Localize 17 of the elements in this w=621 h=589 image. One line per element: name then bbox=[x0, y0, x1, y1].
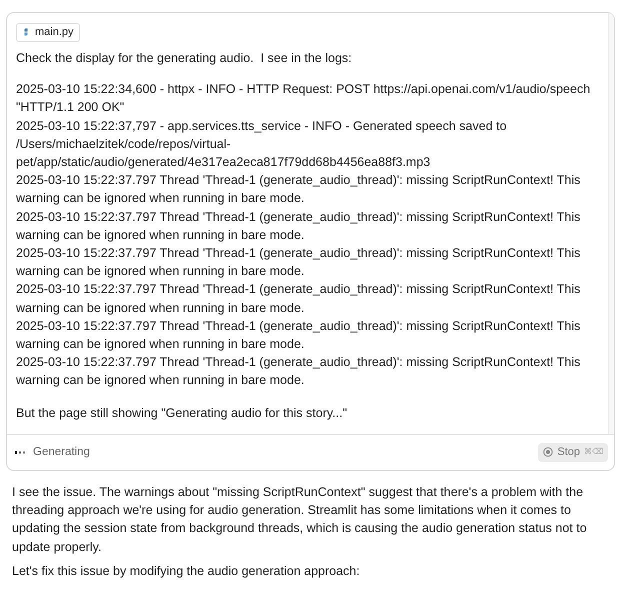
message-text: But the page still showing "Generating audio for this story..." bbox=[16, 404, 348, 422]
log-line: 2025-03-10 15:22:37.797 Thread 'Thread-1 (generate_audio_thread)': missing ScriptRunContext! This warning can be ignored when running in bare mode. bbox=[16, 208, 582, 244]
status-label: Generating bbox=[33, 444, 90, 460]
log-line: 2025-03-10 15:22:37.797 Thread 'Thread-1 (generate_audio_thread)': missing ScriptRunContext! This warning can be ignored when running in bare mode. bbox=[16, 245, 582, 280]
stop-icon bbox=[543, 447, 554, 458]
log-line: 2025-03-10 15:22:37.797 Thread 'Thread-1 (generate_audio_thread)': missing ScriptRunContext! This warning can be ignored when running in bare mode. bbox=[16, 172, 582, 208]
message-text: Check the display for the generating audio. I see in the logs: bbox=[16, 50, 353, 67]
log-line: 2025-03-10 15:22:37.797 Thread 'Thread-1 (generate_audio_thread)': missing ScriptRunContext! This warning can be ignored when running in bare mode. bbox=[16, 354, 582, 390]
response-paragraph: I see the issue. The warnings about "missing ScriptRunContext" suggest that there's a problem with the threading approach we're using for audio generation. Streamlit has some limitations when it comes to updating the session state from background threads, which is causing the audio generation status not to update properly. bbox=[12, 484, 588, 556]
log-line: 2025-03-10 15:22:34,600 - httpx - INFO - HTTP Request: POST https://api.openai.com/v1/audio/speech "HTTP/1.1 200 OK" bbox=[16, 81, 592, 116]
stop-button[interactable]: Stop ⌘⌫ bbox=[538, 442, 608, 462]
log-line: 2025-03-10 15:22:37.797 Thread 'Thread-1 (generate_audio_thread)': missing ScriptRunContext! This warning can be ignored when running in bare mode. bbox=[16, 281, 582, 317]
log-line: 2025-03-10 15:22:37,797 - app.services.tts_service - INFO - Generated speech saved to /Users/michaelzitek/code/repos/virtual-pet/app/static/audio/generated/4e317ea2eca817f79dd68b4456ea88f3.mp3 bbox=[16, 118, 508, 172]
ellipsis-icon bbox=[15, 450, 25, 454]
file-chip[interactable]: main.py bbox=[16, 22, 80, 42]
log-line: 2025-03-10 15:22:37.797 Thread 'Thread-1 (generate_audio_thread)': missing ScriptRunContext! This warning can be ignored when running in bare mode. bbox=[16, 318, 582, 354]
response-paragraph: Let's fix this issue by modifying the audio generation approach: bbox=[12, 563, 361, 580]
